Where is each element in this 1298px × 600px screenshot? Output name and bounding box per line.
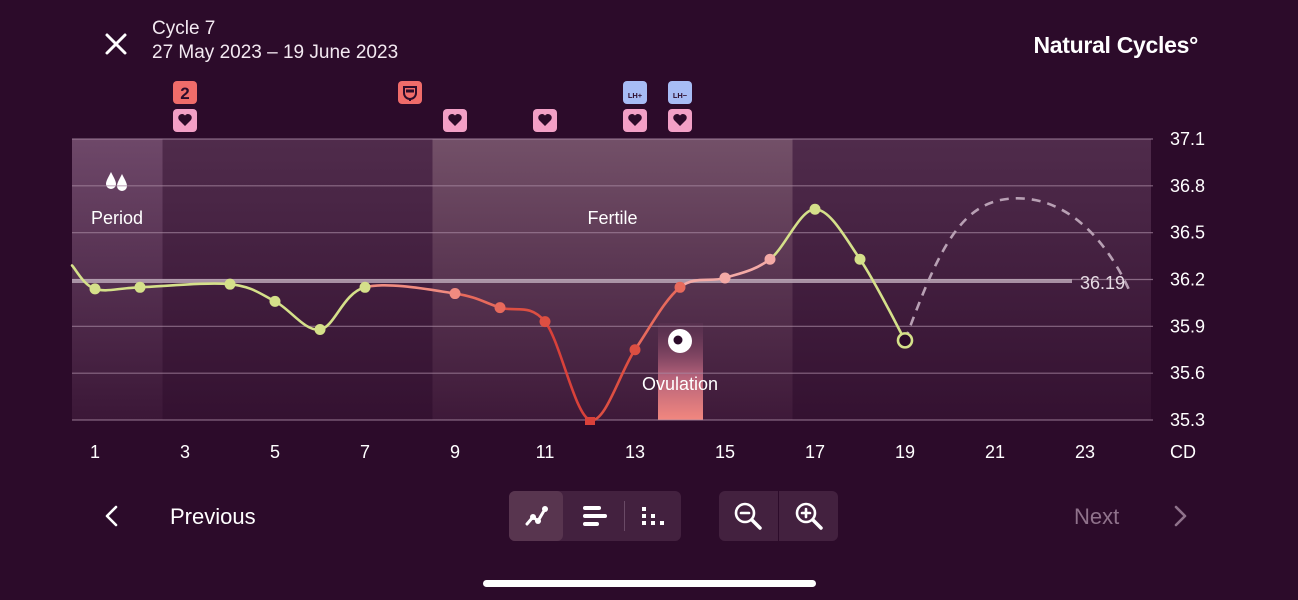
temperature-point (134, 281, 146, 293)
temperature-chart[interactable]: 2 LH+ LH− Period Fertile Ovulation 37.1 36.8 36… (0, 70, 1298, 470)
y-tick-label: 35.3 (1170, 410, 1205, 430)
next-button[interactable]: Next (1050, 496, 1200, 536)
next-label: Next (1074, 504, 1120, 529)
previous-button[interactable]: Previous (98, 496, 288, 536)
lh-test-label: LH− (673, 91, 688, 100)
count-badge[interactable]: 2 (173, 81, 197, 104)
y-tick-label: 36.5 (1170, 223, 1205, 243)
x-tick-label: 5 (270, 442, 280, 462)
x-tick-label: 7 (360, 442, 370, 462)
y-tick-label: 35.6 (1170, 363, 1205, 383)
x-tick-label: 23 (1075, 442, 1095, 462)
temperature-point (674, 281, 686, 293)
x-tick-label: 1 (90, 442, 100, 462)
y-tick-label: 36.2 (1170, 270, 1205, 290)
graph-line-icon (525, 506, 548, 526)
x-tick-label: 9 (450, 442, 460, 462)
temperature-point (629, 344, 641, 356)
x-axis-label: CD (1170, 442, 1196, 462)
bars-view-button[interactable] (567, 491, 623, 541)
divider (624, 501, 625, 531)
x-tick-label: 3 (180, 442, 190, 462)
intercourse-heart-icon[interactable] (668, 109, 692, 132)
x-tick-label: 21 (985, 442, 1005, 462)
coverline-label: 36.19 (1080, 273, 1125, 293)
temperature-point (854, 253, 866, 265)
previous-label: Previous (170, 504, 256, 529)
intercourse-heart-icon[interactable] (533, 109, 557, 132)
temperature-point (764, 253, 776, 265)
y-tick-label: 37.1 (1170, 129, 1205, 149)
cycle-dates: 27 May 2023 – 19 June 2023 (152, 42, 399, 63)
graph-view-button[interactable] (509, 491, 563, 541)
zoom-in-button[interactable] (779, 491, 838, 541)
bars-icon (583, 506, 607, 526)
temperature-point-today (896, 332, 914, 349)
x-tick-label: 13 (625, 442, 645, 462)
lh-test-icon[interactable]: LH+ (623, 81, 647, 104)
intercourse-heart-icon[interactable] (623, 109, 647, 132)
x-tick-label: 11 (536, 442, 555, 462)
x-tick-label: 15 (715, 442, 735, 462)
temperature-point (449, 288, 461, 300)
x-tick-label: 17 (805, 442, 825, 462)
view-mode-toggle (509, 491, 681, 541)
brand-logo: Natural Cycles° (1033, 32, 1199, 58)
temperature-point (494, 302, 506, 314)
x-tick-label: 19 (895, 442, 915, 462)
dots-view-button[interactable] (627, 491, 681, 541)
temperature-point (224, 278, 236, 290)
ovulation-egg-icon (668, 329, 692, 353)
zoom-controls (719, 491, 838, 541)
temperature-point (539, 316, 551, 328)
lh-test-label: LH+ (628, 91, 643, 100)
temperature-point (314, 323, 326, 335)
temperature-point (269, 295, 281, 307)
dots-grid-icon (642, 507, 664, 525)
intercourse-heart-icon[interactable] (173, 109, 197, 132)
zoom-out-icon (734, 502, 762, 530)
y-tick-label: 36.8 (1170, 176, 1205, 196)
close-icon (105, 33, 127, 55)
temperature-point (89, 283, 101, 295)
chevron-left-icon (105, 505, 118, 527)
temperature-point-low (585, 417, 595, 425)
zoom-in-icon (795, 502, 823, 530)
temperature-point (719, 272, 731, 284)
menstrual-cup-icon[interactable] (398, 81, 422, 104)
home-indicator[interactable] (483, 580, 816, 587)
y-tick-label: 35.9 (1170, 316, 1205, 336)
period-label: Period (91, 208, 143, 228)
intercourse-heart-icon[interactable] (443, 109, 467, 132)
temperature-point (359, 281, 371, 293)
cycle-title: Cycle 7 (152, 18, 216, 39)
ovulation-label: Ovulation (642, 374, 718, 394)
fertile-label: Fertile (587, 208, 637, 228)
temperature-point (809, 203, 821, 215)
lh-test-icon[interactable]: LH− (668, 81, 692, 104)
chevron-right-icon (1174, 505, 1187, 527)
badge-count: 2 (180, 84, 189, 103)
close-button[interactable] (100, 28, 132, 60)
zoom-out-button[interactable] (719, 491, 777, 541)
